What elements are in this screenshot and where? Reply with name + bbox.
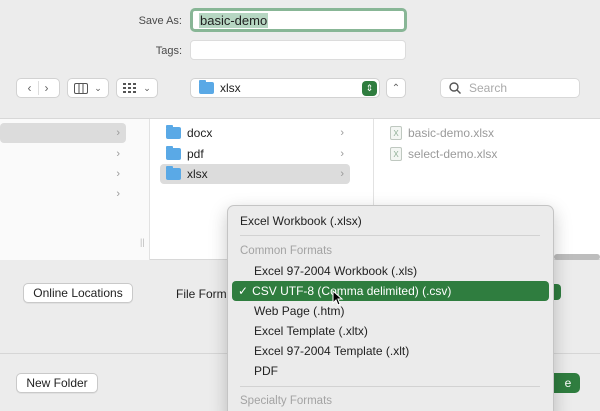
folder-icon xyxy=(166,125,181,139)
menu-item-label: CSV UTF-8 (Comma delimited) (.csv) xyxy=(252,284,452,298)
column-row[interactable]: › xyxy=(0,184,126,204)
folder-label: docx xyxy=(187,126,213,140)
chevron-right-icon: › xyxy=(116,127,120,139)
folder-label: pdf xyxy=(187,147,204,161)
online-locations-button[interactable]: Online Locations xyxy=(23,283,133,303)
menu-item-xlsx[interactable]: Excel Workbook (.xlsx) xyxy=(240,211,362,231)
location-popup[interactable]: xlsx ⇕ xyxy=(190,78,380,98)
save-as-field[interactable]: basic-demo xyxy=(190,8,407,32)
grid-view-icon xyxy=(123,82,137,93)
save-as-value: basic-demo xyxy=(199,13,269,28)
save-as-label: Save As: xyxy=(138,15,182,27)
mouse-cursor-icon xyxy=(332,290,344,306)
chevron-right-icon[interactable]: › xyxy=(45,81,49,95)
folder-icon xyxy=(166,146,181,160)
menu-item-xlt[interactable]: Excel 97-2004 Template (.xlt) xyxy=(254,341,409,361)
menu-divider xyxy=(240,386,540,387)
column-resize-handle[interactable]: || xyxy=(140,237,145,247)
excel-file-icon: X xyxy=(390,147,402,161)
column-row[interactable]: › xyxy=(0,144,126,164)
sidebar-column: › › › › || xyxy=(0,119,150,261)
collapse-button[interactable]: ⌃ xyxy=(386,78,406,98)
excel-file-icon: X xyxy=(390,126,402,140)
menu-item-pdf[interactable]: PDF xyxy=(254,361,278,381)
menu-header-common: Common Formats xyxy=(240,245,333,257)
group-view-button[interactable]: ⌄ xyxy=(116,78,158,98)
new-folder-button[interactable]: New Folder xyxy=(16,373,98,393)
search-field[interactable]: Search xyxy=(440,78,580,98)
folder-item-xlsx[interactable]: xlsx › xyxy=(160,164,350,184)
chevron-right-icon: › xyxy=(116,148,120,160)
folder-icon xyxy=(199,80,214,94)
menu-item-csv[interactable]: ✓ CSV UTF-8 (Comma delimited) (.csv) xyxy=(232,281,549,301)
menu-divider xyxy=(240,235,540,236)
chevron-right-icon: › xyxy=(340,127,344,139)
chevron-right-icon: › xyxy=(340,168,344,180)
folder-icon xyxy=(166,166,181,180)
updown-icon: ⇕ xyxy=(362,81,377,96)
location-label: xlsx xyxy=(220,81,241,95)
column-row[interactable]: › xyxy=(0,164,126,184)
search-placeholder: Search xyxy=(469,81,508,95)
menu-item-htm[interactable]: Web Page (.htm) xyxy=(254,301,344,321)
chevron-right-icon: › xyxy=(116,168,120,180)
file-format-menu: Excel Workbook (.xlsx) Common Formats Ex… xyxy=(227,205,554,411)
chevron-right-icon: › xyxy=(116,188,120,200)
chevron-left-icon[interactable]: ‹ xyxy=(28,81,32,95)
folder-item-docx[interactable]: docx › xyxy=(160,123,350,143)
menu-header-specialty: Specialty Formats xyxy=(240,395,333,407)
chevron-up-icon: ⌃ xyxy=(391,82,401,94)
chevron-down-icon: ⌄ xyxy=(143,82,151,93)
menu-item-xltx[interactable]: Excel Template (.xltx) xyxy=(254,321,368,341)
chevron-down-icon: ⌄ xyxy=(94,82,102,93)
file-label: basic-demo.xlsx xyxy=(408,126,495,140)
save-dialog-header: Save As: basic-demo Tags: ‹ › ⌄ ⌄ xlsx ⇕… xyxy=(0,0,600,118)
back-forward-buttons[interactable]: ‹ › xyxy=(16,78,60,98)
scrollbar[interactable] xyxy=(554,254,600,260)
tags-field[interactable] xyxy=(190,40,406,60)
folder-item-pdf[interactable]: pdf › xyxy=(160,144,350,164)
column-row[interactable]: › xyxy=(0,123,126,143)
view-columns-button[interactable]: ⌄ xyxy=(67,78,109,98)
file-format-label: File Form xyxy=(176,287,227,301)
checkmark-icon: ✓ xyxy=(238,284,249,298)
menu-item-xls[interactable]: Excel 97-2004 Workbook (.xls) xyxy=(254,261,417,281)
file-item[interactable]: X select-demo.xlsx xyxy=(384,144,584,164)
file-label: select-demo.xlsx xyxy=(408,147,498,161)
tags-label: Tags: xyxy=(155,45,182,57)
folder-label: xlsx xyxy=(187,167,208,181)
chevron-right-icon: › xyxy=(340,148,344,160)
search-icon xyxy=(449,82,461,94)
file-item[interactable]: X basic-demo.xlsx xyxy=(384,123,584,143)
columns-view-icon xyxy=(74,82,89,94)
